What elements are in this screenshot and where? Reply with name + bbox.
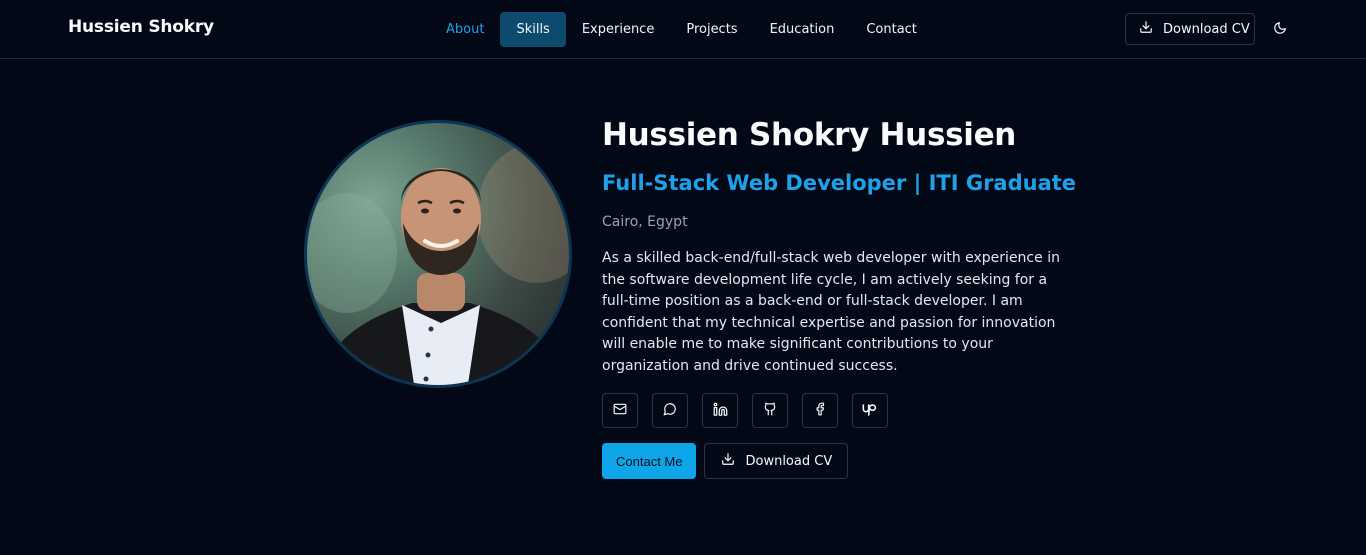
moon-icon — [1273, 20, 1287, 39]
github-icon — [763, 402, 777, 419]
profile-name: Hussien Shokry Hussien — [602, 117, 1017, 153]
social-links — [602, 393, 888, 428]
mail-icon — [613, 402, 627, 419]
hero-actions: Contact Me Download CV — [602, 443, 849, 479]
top-navbar: Hussien Shokry About Skills Experience P… — [0, 0, 1366, 59]
linkedin-link-button[interactable] — [702, 393, 738, 428]
profile-photo — [304, 120, 572, 388]
whatsapp-link-button[interactable] — [652, 393, 688, 428]
nav-item-experience[interactable]: Experience — [566, 12, 671, 47]
download-icon — [1139, 20, 1153, 38]
chat-icon — [663, 402, 677, 419]
profile-bio: As a skilled back-end/full-stack web dev… — [602, 250, 1060, 374]
download-icon — [721, 452, 735, 470]
upwork-icon — [862, 402, 878, 419]
nav-item-contact[interactable]: Contact — [850, 12, 933, 47]
contact-me-button[interactable]: Contact Me — [602, 443, 697, 479]
nav-item-skills[interactable]: Skills — [500, 12, 566, 47]
header-download-cv-label: Download CV — [1163, 21, 1250, 37]
hero-download-cv-button[interactable]: Download CV — [704, 443, 849, 479]
header-download-cv-button[interactable]: Download CV — [1125, 13, 1255, 45]
profile-location: Cairo, Egypt — [602, 214, 688, 230]
nav-item-education[interactable]: Education — [754, 12, 851, 47]
upwork-link-button[interactable] — [852, 393, 888, 428]
email-link-button[interactable] — [602, 393, 638, 428]
nav-item-projects[interactable]: Projects — [670, 12, 753, 47]
theme-toggle-button[interactable] — [1268, 17, 1292, 41]
facebook-link-button[interactable] — [802, 393, 838, 428]
brand-name[interactable]: Hussien Shokry — [68, 17, 214, 37]
nav-item-about[interactable]: About — [430, 12, 500, 47]
github-link-button[interactable] — [752, 393, 788, 428]
main-nav: About Skills Experience Projects Educati… — [430, 12, 933, 47]
linkedin-icon — [713, 402, 728, 420]
facebook-icon — [813, 402, 827, 419]
profile-role: Full-Stack Web Developer | ITI Graduate — [602, 171, 1077, 195]
hero-download-cv-label: Download CV — [745, 453, 833, 469]
